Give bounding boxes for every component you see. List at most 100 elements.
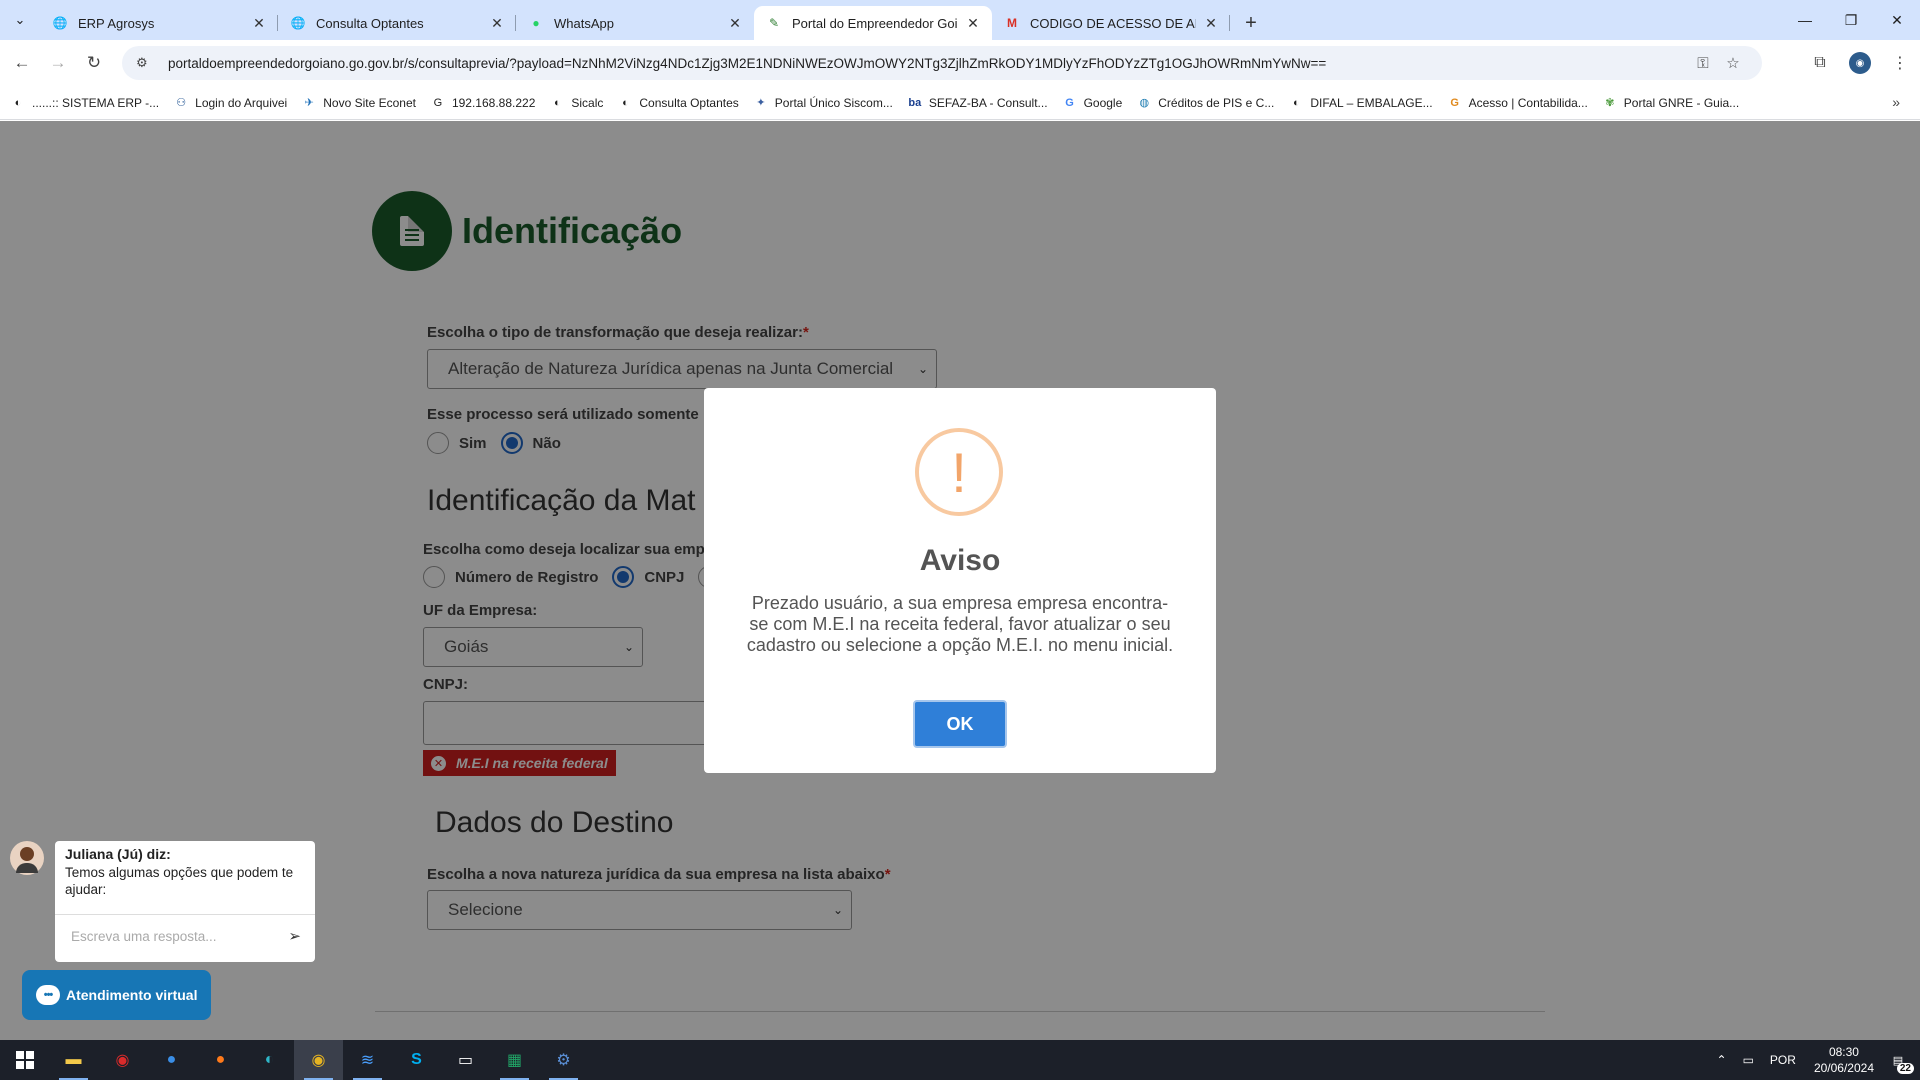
chat-reply-input[interactable]: Escreva uma resposta... [71,929,217,944]
terminal-icon[interactable]: ▭ [441,1040,490,1080]
chat-divider [55,914,315,915]
bookmark-item[interactable]: ◐ ......:: SISTEMA ERP -... [10,95,159,111]
extensions-puzzle-icon[interactable]: ⧉ [1800,45,1840,81]
minimize-icon[interactable]: — [1782,0,1828,40]
tab-title: Portal do Empreendedor Goian [792,15,958,31]
url-text[interactable]: portaldoempreendedorgoiano.go.gov.br/s/c… [168,56,1688,71]
chat-agent-avatar [10,841,44,875]
globe-icon: ◐ [622,96,629,109]
bookmark-item[interactable]: ✾ Portal GNRE - Guia... [1602,95,1739,111]
edge-icon[interactable]: ◐ [245,1040,294,1080]
atendimento-virtual-button[interactable]: ••• Atendimento virtual [22,970,211,1020]
button-label: Atendimento virtual [66,987,198,1003]
firefox-icon[interactable]: ● [196,1040,245,1080]
google-icon: G [1065,96,1074,109]
tab-portal-empreendedor[interactable]: ✎ Portal do Empreendedor Goian ✕ [754,6,992,40]
start-windows-icon[interactable] [0,1040,49,1080]
file-explorer-icon[interactable]: ▬ [49,1040,98,1080]
bookmark-item[interactable]: G 192.168.88.222 [430,95,536,111]
bookmark-label: SEFAZ-BA - Consult... [928,95,1048,110]
password-key-icon[interactable]: ⚿ [1688,55,1718,72]
close-tab-icon[interactable]: ✕ [488,14,506,32]
bookmark-label: Acesso | Contabilida... [1468,95,1588,110]
contabilidade-icon: G [1450,96,1459,109]
notifications-icon[interactable]: ▤ 22 [1884,1048,1914,1074]
globe-icon: ◐ [14,96,22,109]
profile-avatar-icon[interactable]: ◉ [1849,52,1871,74]
globe-icon: 🌐 [290,16,306,30]
tab-gmail[interactable]: M CODIGO DE ACESSO DE ANA B ✕ [992,6,1230,40]
bookmark-item[interactable]: ◐ Consulta Optantes [617,95,739,111]
bookmark-star-icon[interactable]: ☆ [1718,54,1748,72]
bookmark-item[interactable]: ◐ DIFAL – EMBALAGE... [1288,95,1433,111]
clock[interactable]: 08:30 20/06/2024 [1814,1044,1874,1076]
tab-title: WhatsApp [554,15,614,31]
bookmark-label: Portal Único Siscom... [774,95,893,110]
forward-arrow-icon[interactable]: → [40,45,76,81]
bookmark-label: ......:: SISTEMA ERP -... [32,95,160,110]
new-tab-plus-icon[interactable]: + [1234,6,1268,40]
send-icon[interactable]: ➢ [288,927,301,945]
tab-consulta-optantes[interactable]: 🌐 Consulta Optantes ✕ [278,6,516,40]
address-bar[interactable]: ⚙ portaldoempreendedorgoiano.go.gov.br/s… [122,46,1762,80]
router-icon: G [433,96,443,109]
bookmark-label: 192.168.88.222 [451,95,536,110]
bookmark-item[interactable]: G Acesso | Contabilida... [1447,95,1588,111]
bookmarks-overflow-icon[interactable]: » [1892,94,1900,110]
bookmark-item[interactable]: ◍ Créditos de PIS e C... [1136,95,1274,111]
bookmark-label: Sicalc [571,95,604,110]
close-tab-icon[interactable]: ✕ [964,14,982,32]
close-tab-icon[interactable]: ✕ [726,14,744,32]
browser-tab-bar: ⌄ 🌐 ERP Agrosys ✕ 🌐 Consulta Optantes ✕ … [0,0,1920,40]
tray-chevron-up-icon[interactable]: ⌃ [1717,1053,1727,1067]
bookmark-item[interactable]: ✈ Novo Site Econet [301,95,416,111]
econet-icon: ✈ [304,97,314,109]
chrome-icon[interactable]: ◉ [294,1040,343,1080]
tab-title: Consulta Optantes [316,15,424,31]
toolbar-right: ⧉ ◉ ⋮ [1800,45,1920,81]
tab-title: ERP Agrosys [78,15,155,31]
chat-bubble-icon: ••• [36,985,60,1005]
warning-dialog: ! Aviso Prezado usuário, a sua empresa e… [704,388,1216,773]
dialog-message: Prezado usuário, a sua empresa empresa e… [746,593,1174,655]
chat-message: Temos algumas opções que podem te ajudar… [65,865,294,897]
language-indicator[interactable]: POR [1770,1053,1796,1067]
tab-erp-agrosys[interactable]: 🌐 ERP Agrosys ✕ [40,6,278,40]
spreadsheet-icon[interactable]: ▦ [490,1040,539,1080]
skype-icon[interactable]: S [392,1040,441,1080]
network-icon[interactable]: ▭ [1743,1053,1754,1067]
bookmark-label: Novo Site Econet [323,95,416,110]
app-wave-icon[interactable]: ≋ [343,1040,392,1080]
menu-kebab-icon[interactable]: ⋮ [1880,45,1920,81]
notification-count: 22 [1896,1063,1914,1074]
antivirus-icon[interactable]: ◉ [98,1040,147,1080]
bookmark-label: DIFAL – EMBALAGE... [1310,95,1433,110]
restore-icon[interactable]: ❐ [1828,0,1874,40]
portal-icon: ✎ [768,16,780,30]
os-taskbar: ▬ ◉ ● ● ◐ ◉ ≋ S ▭ ▦ ⚙ ⌃ ▭ POR 08:30 20/0… [0,1040,1920,1080]
creditos-icon: ◍ [1139,97,1150,109]
whatsapp-icon: ● [532,16,540,30]
tab-search-chevron-icon[interactable]: ⌄ [0,0,40,40]
siscomex-icon: ✦ [756,97,766,109]
bookmark-item[interactable]: ◐ Sicalc [549,95,603,111]
thunderbird-icon[interactable]: ● [147,1040,196,1080]
tab-whatsapp[interactable]: ● WhatsApp ✕ [516,6,754,40]
bookmark-item[interactable]: ✦ Portal Único Siscom... [753,95,893,111]
bookmark-item[interactable]: ba SEFAZ-BA - Consult... [907,95,1048,111]
globe-icon: ◐ [554,96,561,109]
network-app-icon[interactable]: ⚙ [539,1040,588,1080]
chat-agent-name: Juliana (Jú) diz: [65,846,171,862]
bookmark-item[interactable]: ⚇ Login do Arquivei [173,95,287,111]
bookmark-item[interactable]: G Google [1062,95,1122,111]
ok-button[interactable]: OK [913,700,1007,748]
close-tab-icon[interactable]: ✕ [1202,14,1220,32]
clock-time: 08:30 [1828,1045,1859,1059]
dialog-title: Aviso [919,544,1001,577]
back-arrow-icon[interactable]: ← [4,45,40,81]
globe-icon: 🌐 [52,16,68,30]
site-info-icon[interactable]: ⚙ [136,55,156,71]
reload-icon[interactable]: ↻ [76,45,112,81]
close-tab-icon[interactable]: ✕ [250,14,268,32]
close-window-icon[interactable]: ✕ [1874,0,1920,40]
